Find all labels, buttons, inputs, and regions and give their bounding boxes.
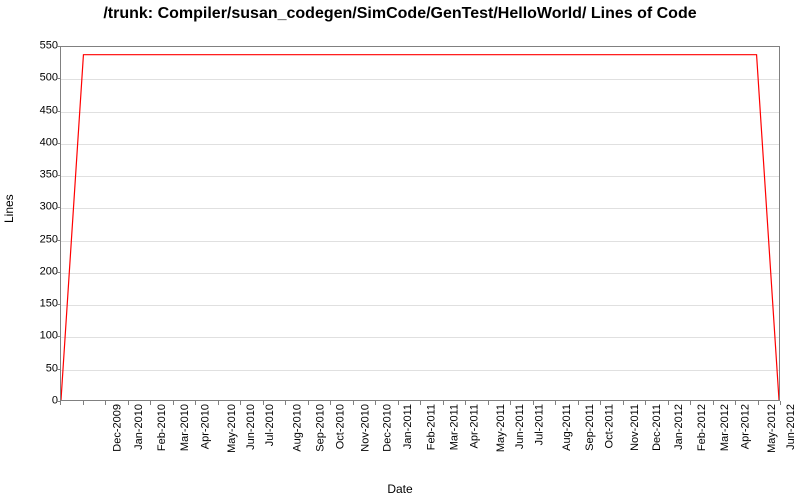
x-tick-mark <box>240 401 241 405</box>
x-tick-mark <box>330 401 331 405</box>
x-axis-label: Date <box>0 482 800 496</box>
y-tick-label: 100 <box>28 331 58 342</box>
x-tick-label: Mar-2012 <box>719 404 731 451</box>
x-tick-label: Oct-2011 <box>603 404 615 448</box>
x-tick-mark <box>195 401 196 405</box>
x-tick-label: May-2012 <box>765 404 777 453</box>
x-tick-label: Dec-2011 <box>651 404 663 451</box>
x-tick-label: Jun-2012 <box>785 404 797 450</box>
y-tick-label: 400 <box>28 137 58 148</box>
x-tick-mark <box>173 401 174 405</box>
y-tick-label: 200 <box>28 266 58 277</box>
x-tick-label: Jan-2010 <box>132 404 144 450</box>
x-tick-mark <box>758 401 759 405</box>
plot-area <box>60 46 780 401</box>
chart-container: /trunk: Compiler/susan_codegen/SimCode/G… <box>0 0 800 500</box>
y-tick-label: 150 <box>28 299 58 310</box>
x-tick-label: Feb-2011 <box>425 404 437 450</box>
x-tick-label: Aug-2011 <box>561 404 573 451</box>
x-tick-label: Dec-2010 <box>382 404 394 452</box>
x-tick-label: May-2011 <box>495 404 507 452</box>
x-tick-label: Mar-2011 <box>448 404 460 450</box>
x-tick-mark <box>510 401 511 405</box>
y-tick-label: 300 <box>28 202 58 213</box>
x-tick-mark <box>218 401 219 405</box>
x-tick-mark <box>735 401 736 405</box>
y-axis-label: Lines <box>2 194 16 223</box>
x-tick-mark <box>105 401 106 405</box>
line-series <box>61 47 779 400</box>
x-tick-label: Apr-2011 <box>468 404 480 448</box>
x-tick-mark <box>668 401 669 405</box>
x-tick-mark <box>150 401 151 405</box>
y-tick-label: 500 <box>28 73 58 84</box>
x-tick-label: Mar-2010 <box>179 404 191 451</box>
x-tick-mark <box>578 401 579 405</box>
x-tick-mark <box>420 401 421 405</box>
x-tick-label: Nov-2011 <box>628 404 640 451</box>
x-tick-mark <box>60 401 61 405</box>
y-tick-label: 50 <box>28 363 58 374</box>
y-tick-label: 450 <box>28 105 58 116</box>
x-tick-mark <box>600 401 601 405</box>
x-tick-mark <box>780 401 781 405</box>
y-tick-label: 0 <box>28 396 58 407</box>
chart-title: /trunk: Compiler/susan_codegen/SimCode/G… <box>0 0 800 23</box>
x-tick-label: Sep-2010 <box>314 404 326 452</box>
x-tick-label: Jun-2010 <box>245 404 257 450</box>
x-tick-mark <box>713 401 714 405</box>
x-tick-mark <box>398 401 399 405</box>
x-tick-label: May-2010 <box>225 404 237 453</box>
x-tick-mark <box>353 401 354 405</box>
x-tick-mark <box>645 401 646 405</box>
x-tick-label: Feb-2010 <box>156 404 168 451</box>
x-tick-label: Dec-2009 <box>112 404 124 452</box>
x-tick-label: Jan-2012 <box>672 404 684 450</box>
x-tick-mark <box>263 401 264 405</box>
x-tick-label: Jul-2010 <box>264 404 276 446</box>
x-tick-mark <box>488 401 489 405</box>
x-tick-mark <box>128 401 129 405</box>
x-tick-mark <box>308 401 309 405</box>
x-tick-label: Apr-2012 <box>739 404 751 449</box>
x-tick-label: Aug-2010 <box>292 404 304 452</box>
x-tick-label: Nov-2010 <box>359 404 371 452</box>
x-tick-label: Jul-2011 <box>533 404 545 445</box>
x-tick-mark <box>443 401 444 405</box>
y-tick-label: 250 <box>28 234 58 245</box>
data-line <box>61 55 779 400</box>
x-tick-mark <box>623 401 624 405</box>
x-tick-mark <box>375 401 376 405</box>
y-tick-label: 350 <box>28 170 58 181</box>
x-tick-mark <box>465 401 466 405</box>
x-tick-label: Sep-2011 <box>583 404 595 451</box>
x-tick-mark <box>285 401 286 405</box>
x-tick-label: Jun-2011 <box>514 404 526 449</box>
x-tick-label: Feb-2012 <box>696 404 708 451</box>
x-tick-label: Apr-2010 <box>199 404 211 449</box>
x-tick-mark <box>83 401 84 405</box>
x-tick-mark <box>555 401 556 405</box>
y-tick-label: 550 <box>28 41 58 52</box>
x-tick-label: Oct-2010 <box>334 404 346 449</box>
x-tick-mark <box>690 401 691 405</box>
x-tick-label: Jan-2011 <box>402 404 414 449</box>
x-tick-mark <box>533 401 534 405</box>
